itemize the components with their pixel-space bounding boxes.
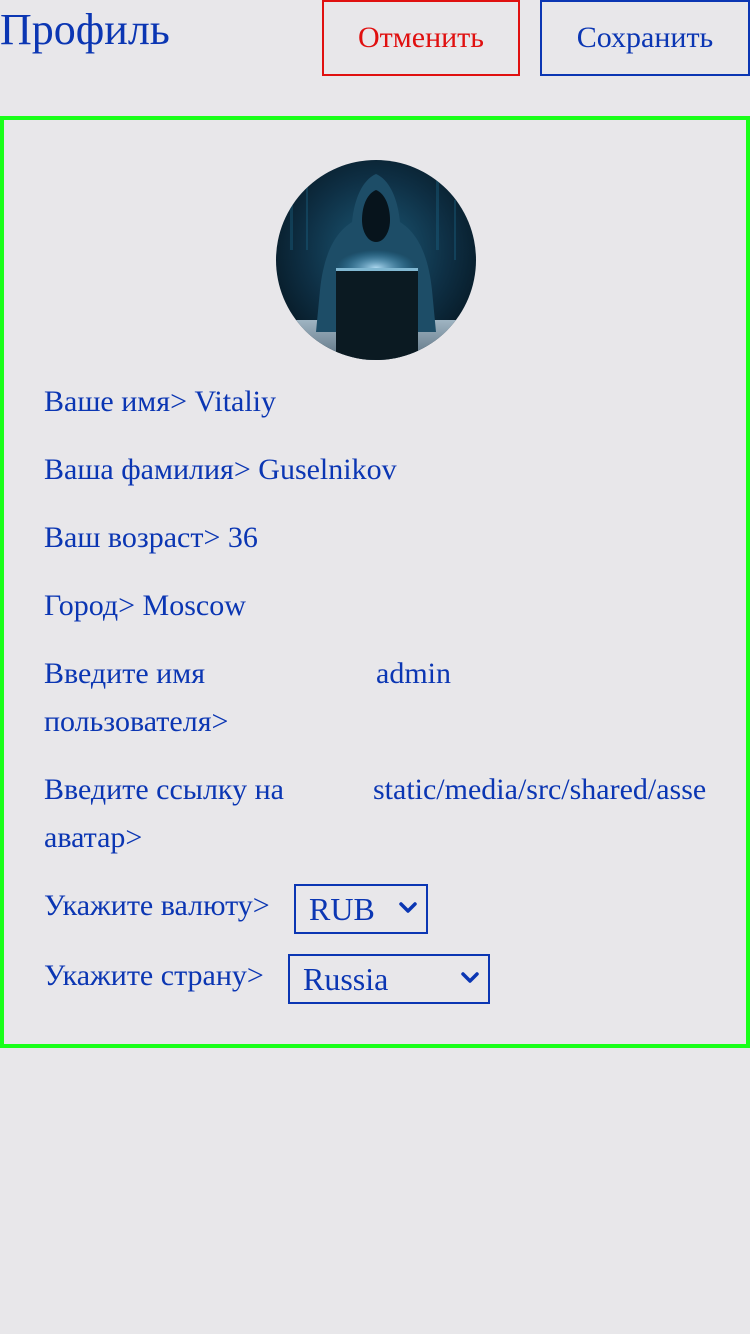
first-name-label: Ваше имя> (44, 385, 187, 418)
username-label-line2: пользователя> (44, 705, 229, 738)
avatar-url-label-line2: аватар> (44, 821, 143, 854)
username-label-line1: Введите имя (44, 657, 206, 690)
first-name-row: Ваше имя> Vitaliy (44, 378, 276, 426)
cancel-button[interactable]: Отменить (322, 0, 520, 76)
currency-label: Укажите валюту> (44, 889, 270, 922)
profile-card: Ваше имя> Vitaliy Ваша фамилия> Guselnik… (0, 116, 750, 1048)
city-row: Город> Moscow (44, 582, 246, 630)
currency-select-value: RUB (309, 891, 375, 927)
save-button[interactable]: Сохранить (540, 0, 750, 76)
hooded-hacker-avatar-icon (276, 160, 476, 360)
avatar (276, 160, 476, 360)
country-label: Укажите страну> (44, 959, 264, 992)
currency-select[interactable]: RUB (294, 884, 428, 934)
avatar-url-label: Введите ссылку на аватар> (44, 766, 344, 862)
avatar-url-label-line1: Введите ссылку на (44, 773, 284, 806)
country-select[interactable]: Russia (288, 954, 490, 1004)
age-label: Ваш возраст> (44, 521, 221, 554)
page-title: Профиль (0, 5, 170, 54)
avatar-url-input[interactable]: static/media/src/shared/assets (373, 766, 706, 814)
username-input[interactable]: admin (376, 650, 706, 698)
chevron-down-icon (461, 972, 479, 983)
city-value: Moscow (142, 589, 246, 622)
city-label: Город> (44, 589, 136, 622)
chevron-down-icon (399, 902, 417, 913)
last-name-label: Ваша фамилия> (44, 453, 251, 486)
last-name-row: Ваша фамилия> Guselnikov (44, 446, 397, 494)
age-row: Ваш возраст> 36 (44, 514, 258, 562)
first-name-value: Vitaliy (194, 385, 277, 418)
last-name-value: Guselnikov (258, 453, 397, 486)
country-select-value: Russia (303, 961, 389, 997)
username-label: Введите имя пользователя> (44, 650, 344, 746)
age-value: 36 (227, 521, 258, 554)
